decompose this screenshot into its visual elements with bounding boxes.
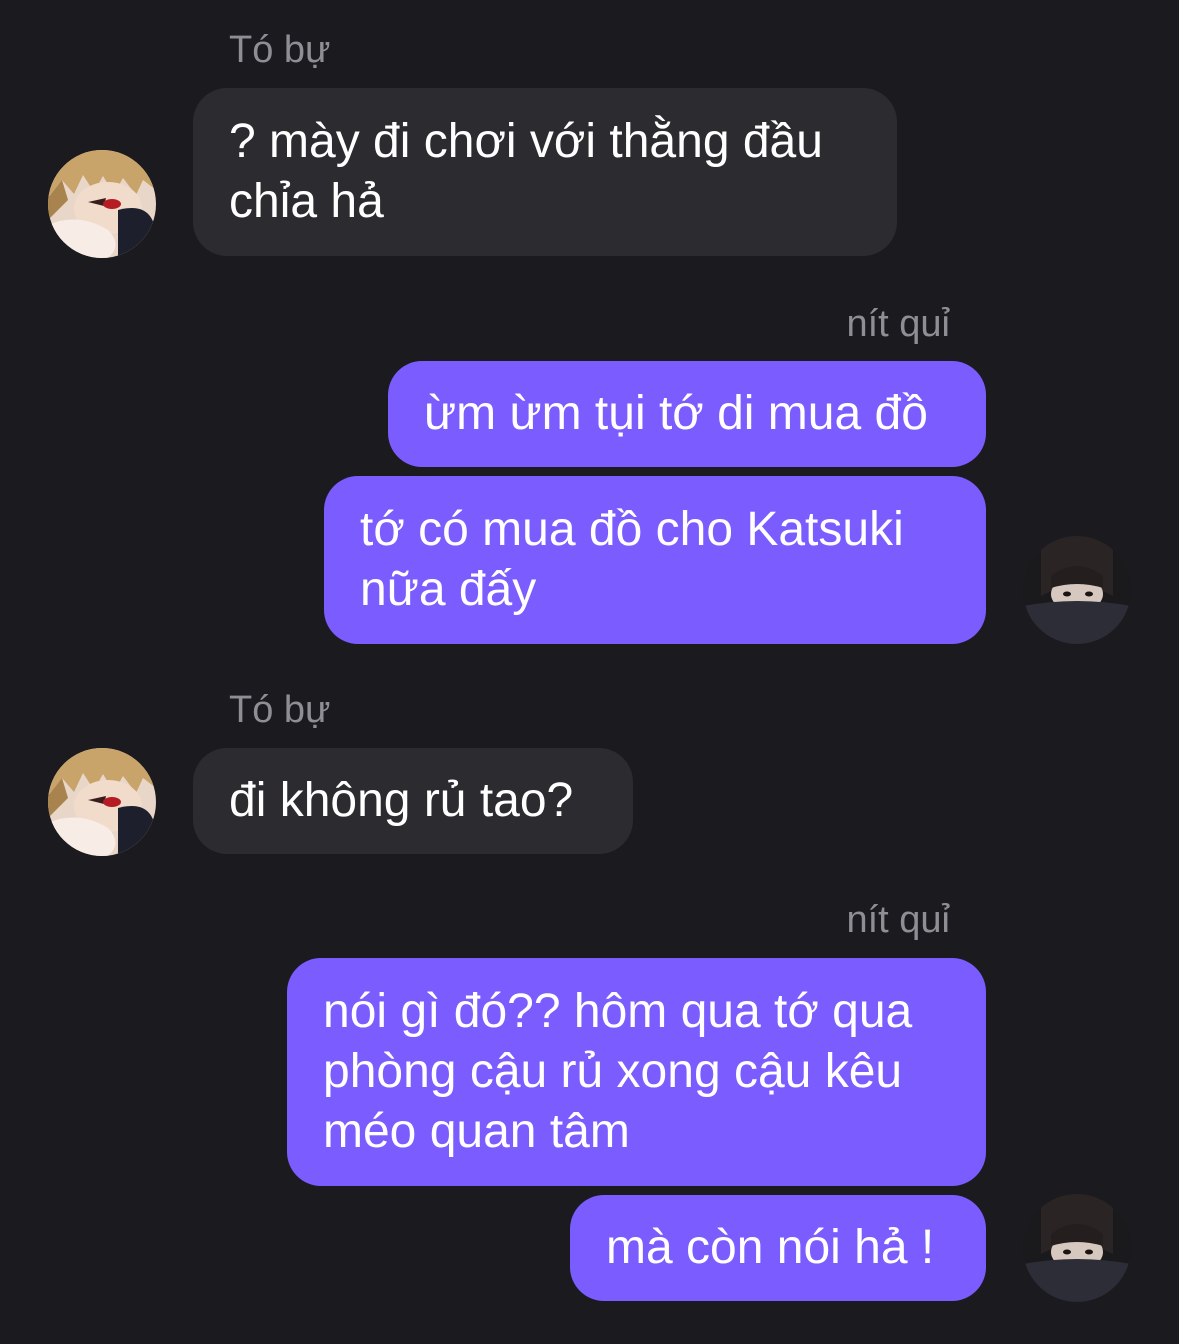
girl-selfie-avatar-icon[interactable]	[1023, 1194, 1131, 1302]
incoming-message-bubble[interactable]: đi không rủ tao?	[193, 748, 633, 854]
anime-boy-avatar-icon[interactable]	[48, 150, 156, 258]
message-text: nói gì đó?? hôm qua tớ qua phòng cậu rủ …	[323, 985, 913, 1158]
girl-selfie-avatar-icon[interactable]	[1023, 536, 1131, 644]
outgoing-message-bubble[interactable]: nói gì đó?? hôm qua tớ qua phòng cậu rủ …	[287, 958, 986, 1186]
message-text: ừm ừm tụi tớ di mua đồ	[424, 387, 928, 440]
sender-name-label: Tó bự	[229, 29, 331, 71]
message-text: đi không rủ tao?	[229, 774, 574, 827]
message-text: ? mày đi chơi với thằng đầu chỉa hả	[229, 115, 823, 228]
message-text: mà còn nói hả !	[606, 1221, 935, 1274]
outgoing-message-bubble[interactable]: ừm ừm tụi tớ di mua đồ	[388, 361, 986, 467]
message-text: tớ có mua đồ cho Katsuki nữa đấy	[360, 503, 904, 616]
outgoing-message-bubble[interactable]: tớ có mua đồ cho Katsuki nữa đấy	[324, 476, 986, 644]
sender-name-label: Tó bự	[229, 689, 331, 731]
incoming-message-bubble[interactable]: ? mày đi chơi với thằng đầu chỉa hả	[193, 88, 897, 256]
sender-name-label: nít quỉ	[846, 303, 950, 345]
anime-boy-avatar-icon[interactable]	[48, 748, 156, 856]
outgoing-message-bubble[interactable]: mà còn nói hả !	[570, 1195, 986, 1301]
sender-name-label: nít quỉ	[846, 899, 950, 941]
